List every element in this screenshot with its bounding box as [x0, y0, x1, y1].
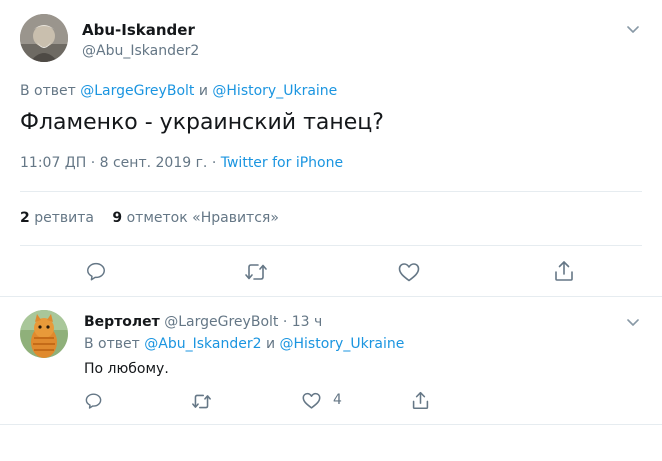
reply-prefix: В ответ	[84, 336, 140, 352]
chevron-down-icon	[627, 26, 639, 33]
main-reply-button[interactable]	[85, 260, 107, 282]
share-icon	[412, 391, 429, 410]
main-tweet-text: Фламенко - украинский танец?	[20, 110, 384, 135]
likes-stat[interactable]: 9 отметок «Нравится»	[112, 210, 278, 226]
main-tweet-author-handle[interactable]: @Abu_Iskander2	[82, 42, 199, 60]
reply-icon	[85, 393, 102, 409]
main-tweet-author-name[interactable]: Abu-Iskander	[82, 20, 195, 40]
main-tweet-avatar[interactable]	[20, 14, 68, 62]
reply-mention-1[interactable]: @Abu_Iskander2	[144, 336, 261, 352]
reply-icon	[87, 262, 105, 281]
likes-label: отметок «Нравится»	[126, 210, 279, 226]
main-share-button[interactable]	[553, 259, 575, 283]
retweet-icon	[192, 394, 211, 409]
main-tweet-stats: 2 ретвита 9 отметок «Нравится»	[20, 208, 279, 228]
heart-icon	[302, 392, 321, 409]
meta-separator: ·	[211, 155, 217, 171]
reply-tweet-avatar[interactable]	[20, 310, 68, 358]
retweets-stat[interactable]: 2 ретвита	[20, 210, 98, 226]
reply-like-count: 4	[333, 392, 342, 408]
retweet-icon	[245, 264, 267, 280]
main-tweet-reply-context: В ответ @LargeGreyBolt и @History_Ukrain…	[20, 82, 337, 100]
divider	[20, 191, 642, 192]
reply-retweet-button[interactable]	[191, 392, 212, 411]
reply-tweet-author-name[interactable]: Вертолет	[84, 314, 160, 330]
reply-conjunction: и	[198, 83, 208, 99]
reply-tweet-reply-context: В ответ @Abu_Iskander2 и @History_Ukrain…	[84, 335, 404, 353]
divider	[0, 296, 662, 297]
reply-conjunction: и	[265, 336, 276, 352]
retweets-label: ретвита	[34, 210, 94, 226]
divider	[0, 424, 662, 425]
tweet-date[interactable]: 8 сент. 2019 г.	[100, 155, 208, 171]
meta-separator: ·	[90, 155, 96, 171]
avatar-photo	[20, 310, 68, 358]
reply-mention-2[interactable]: @History_Ukraine	[212, 83, 337, 99]
reply-tweet-time[interactable]: 13 ч	[292, 314, 323, 330]
tweet-time[interactable]: 11:07 ДП	[20, 155, 86, 171]
retweets-count: 2	[20, 210, 30, 226]
reply-tweet-caret[interactable]	[624, 313, 642, 331]
reply-tweet-text: По любому.	[84, 361, 169, 377]
reply-tweet-author-handle[interactable]: @LargeGreyBolt	[164, 314, 278, 330]
share-icon	[555, 261, 573, 281]
heart-icon	[398, 263, 420, 282]
reply-share-button[interactable]	[411, 390, 430, 411]
chevron-down-icon	[627, 319, 639, 326]
avatar-photo	[20, 14, 68, 62]
reply-tweet-header: Вертолет @LargeGreyBolt · 13 ч	[84, 313, 322, 331]
reply-prefix: В ответ	[20, 83, 76, 99]
reply-mention-2[interactable]: @History_Ukraine	[280, 336, 405, 352]
divider	[20, 245, 642, 246]
main-retweet-button[interactable]	[244, 261, 268, 283]
main-like-button[interactable]	[397, 261, 421, 283]
tweet-source[interactable]: Twitter for iPhone	[221, 155, 343, 171]
reply-reply-button[interactable]	[84, 391, 103, 410]
meta-separator: ·	[282, 314, 288, 330]
likes-count: 9	[112, 210, 123, 226]
main-tweet-meta: 11:07 ДП · 8 сент. 2019 г. · Twitter for…	[20, 153, 343, 173]
main-tweet-caret[interactable]	[624, 20, 642, 38]
reply-mention-1[interactable]: @LargeGreyBolt	[80, 83, 194, 99]
reply-like-button[interactable]: 4	[301, 391, 342, 410]
